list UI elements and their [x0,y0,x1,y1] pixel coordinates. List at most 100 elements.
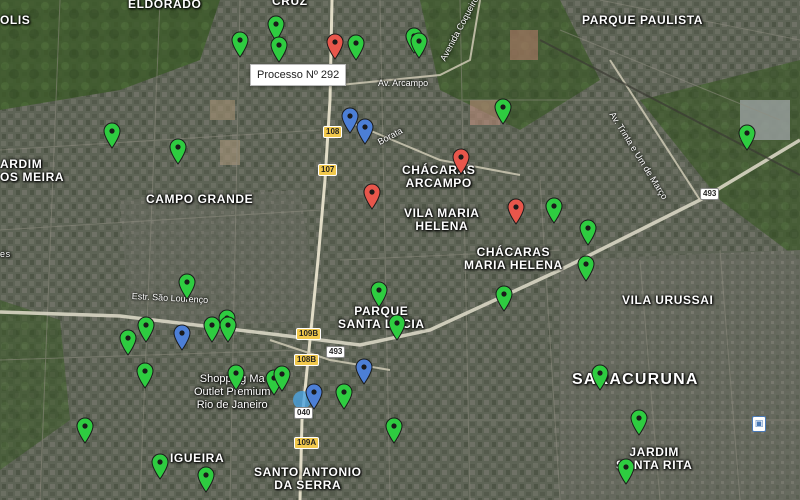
map-pin-icon [577,255,595,282]
map-marker-green[interactable] [231,31,249,58]
map-pin-icon [270,36,288,63]
map-pin-icon [507,198,525,225]
place-label-parque-paulista: PARQUE PAULISTA [582,13,704,27]
place-label-parque-santa-lucia-line2: SANTA LUCIA [338,317,425,331]
road-shield-493-east: 493 [700,188,720,200]
map-marker-blue[interactable] [173,324,191,351]
train-station-icon[interactable]: ▣ [752,416,766,432]
map-marker-green[interactable] [151,453,169,480]
map-marker-green[interactable] [591,364,609,391]
map-pin-icon [173,324,191,351]
road-shield-108b: 108B [294,354,320,366]
map-pin-icon [227,364,245,391]
place-label-parque-santa-lucia: PARQUE SANTA LUCIA [338,305,425,331]
place-label-santo-antonio-line2: DA SERRA [274,478,342,492]
place-label-vila-maria-helena-line2: HELENA [415,219,469,233]
map-marker-blue[interactable] [305,383,323,410]
map-marker-green[interactable] [219,316,237,343]
map-pin-icon [356,118,374,145]
map-marker-green[interactable] [137,316,155,343]
map-pin-icon [545,197,563,224]
map-marker-green[interactable] [347,34,365,61]
map-pin-icon [630,409,648,436]
place-label-chacaras-mh-line2: MARIA HELENA [464,258,563,272]
map-pin-icon [385,417,403,444]
map-pin-icon [347,34,365,61]
map-marker-green[interactable] [76,417,94,444]
place-label-santo-antonio-da-serra: SANTO ANTONIO DA SERRA [254,466,362,492]
map-marker-green[interactable] [273,365,291,392]
place-label-shopping-line3: Rio de Janeiro [196,399,268,411]
marker-tooltip: Processo Nº 292 [250,64,347,86]
map-marker-green[interactable] [103,122,121,149]
map-marker-red[interactable] [452,148,470,175]
map-pin-icon [355,358,373,385]
map-marker-blue[interactable] [355,358,373,385]
map-pin-icon [579,219,597,246]
map-pin-icon [231,31,249,58]
map-marker-green[interactable] [630,409,648,436]
map-marker-green[interactable] [738,124,756,151]
map-pin-icon [219,316,237,343]
map-marker-red[interactable] [507,198,525,225]
road-shield-109a: 109A [294,437,320,449]
place-label-eldorado: ELDORADO [128,0,202,11]
map-marker-green[interactable] [545,197,563,224]
road-shield-107: 107 [318,164,338,176]
map-marker-green[interactable] [335,383,353,410]
map-pin-icon [151,453,169,480]
map-marker-green[interactable] [197,466,215,493]
map-pin-icon [494,98,512,125]
map-pin-icon [326,33,344,60]
place-label-figueira: IGUEIRA [170,451,225,465]
map-marker-green[interactable] [178,273,196,300]
place-label-chacaras-maria-helena: CHÁCARAS MARIA HELENA [464,246,563,272]
map-marker-green[interactable] [136,362,154,389]
place-label-chacaras-arcampo-line2: ARCAMPO [405,176,472,190]
place-label-vila-maria-helena: VILA MARIA HELENA [404,207,480,233]
map-marker-green[interactable] [494,98,512,125]
map-marker-red[interactable] [326,33,344,60]
map-marker-green[interactable] [227,364,245,391]
map-marker-green[interactable] [385,417,403,444]
map-marker-green[interactable] [617,458,635,485]
map-pin-icon [103,122,121,149]
map-view[interactable]: ELDORADO CRUZ PARQUE PAULISTA OLIS ARDIM… [0,0,800,500]
map-marker-green[interactable] [579,219,597,246]
map-pin-icon [273,365,291,392]
map-marker-green[interactable] [370,281,388,308]
map-pin-icon [76,417,94,444]
map-marker-green[interactable] [388,314,406,341]
map-pin-icon [738,124,756,151]
map-pin-icon [495,285,513,312]
map-pin-icon [617,458,635,485]
road-shield-493-center: 493 [326,346,346,358]
map-marker-green[interactable] [270,36,288,63]
map-pin-icon [178,273,196,300]
place-label-jardim-meira: ARDIM OS MEIRA [0,158,64,184]
map-pin-icon [370,281,388,308]
place-label-cruz: CRUZ [272,0,308,8]
map-pin-icon [363,183,381,210]
road-shield-109b: 109B [296,328,322,340]
map-marker-green[interactable] [495,285,513,312]
map-marker-green[interactable] [119,329,137,356]
map-pin-icon [410,32,428,59]
map-pin-icon [305,383,323,410]
map-pin-icon [591,364,609,391]
map-marker-blue[interactable] [356,118,374,145]
map-pin-icon [197,466,215,493]
map-marker-green[interactable] [410,32,428,59]
map-marker-red[interactable] [363,183,381,210]
map-marker-green[interactable] [577,255,595,282]
map-pin-icon [169,138,187,165]
map-pin-icon [452,148,470,175]
map-pin-icon [335,383,353,410]
place-label-jardim-meira-line2: OS MEIRA [0,170,65,184]
map-marker-green[interactable] [169,138,187,165]
map-pin-icon [119,329,137,356]
place-label-vila-urussai: VILA URUSSAI [622,293,714,307]
map-pin-icon [137,316,155,343]
place-label-olis: OLIS [0,13,31,27]
place-label-campo-grande: CAMPO GRANDE [146,192,254,206]
